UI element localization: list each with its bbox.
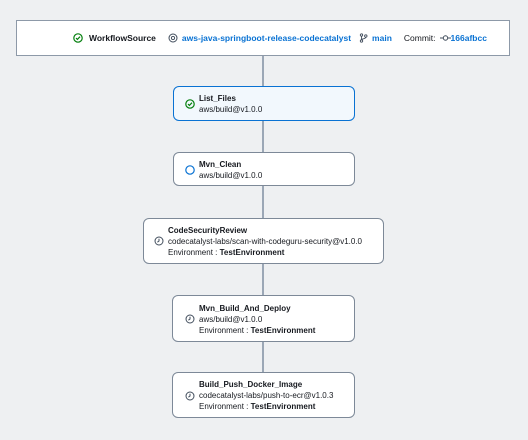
clock-icon [185, 314, 195, 324]
action-node-code-security-review[interactable]: CodeSecurityReview codecatalyst-labs/sca… [143, 218, 384, 264]
commit-link[interactable]: 166afbcc [451, 33, 487, 43]
environment-value: TestEnvironment [250, 326, 316, 335]
environment-separator: : [246, 402, 249, 411]
repository-icon [168, 33, 178, 43]
action-name: List_Files [199, 94, 236, 103]
repository-link[interactable]: aws-java-springboot-release-codecatalyst [182, 33, 351, 43]
action-identifier: aws/build@v1.0.0 [199, 315, 263, 324]
environment-row: Environment : TestEnvironment [168, 247, 362, 258]
environment-separator: : [246, 326, 249, 335]
environment-label: Environment [168, 248, 213, 257]
connector-line [262, 56, 264, 86]
action-identifier: codecatalyst-labs/push-to-ecr@v1.0.3 [199, 391, 334, 400]
action-name: CodeSecurityReview [168, 226, 248, 235]
connector-line [262, 342, 264, 372]
environment-value: TestEnvironment [250, 402, 316, 411]
environment-row: Environment : TestEnvironment [199, 325, 315, 336]
connector-line [262, 264, 264, 295]
clock-icon [185, 391, 195, 401]
environment-value: TestEnvironment [219, 248, 285, 257]
action-node-mvn-build-and-deploy[interactable]: Mvn_Build_And_Deploy aws/build@v1.0.0 En… [172, 295, 355, 342]
branch-link[interactable]: main [372, 33, 392, 43]
action-node-mvn-clean[interactable]: Mvn_Clean aws/build@v1.0.0 [173, 152, 355, 186]
action-identifier: codecatalyst-labs/scan-with-codeguru-sec… [168, 237, 362, 246]
action-identifier: aws/build@v1.0.0 [199, 171, 263, 180]
environment-row: Environment : TestEnvironment [199, 401, 333, 412]
connector-line [262, 186, 264, 218]
action-name: Build_Push_Docker_Image [199, 380, 303, 389]
environment-label: Environment [199, 326, 244, 335]
branch-icon [359, 33, 368, 43]
environment-label: Environment [199, 402, 244, 411]
action-identifier: aws/build@v1.0.0 [199, 105, 263, 114]
environment-separator: : [215, 248, 218, 257]
commit-icon [439, 33, 451, 43]
commit-label: Commit: [403, 33, 436, 43]
workflow-source-title: WorkflowSource [89, 33, 156, 43]
action-name: Mvn_Build_And_Deploy [199, 304, 291, 313]
workflow-source-box[interactable]: WorkflowSource aws-java-springboot-relea… [16, 20, 510, 56]
workflow-canvas: WorkflowSource aws-java-springboot-relea… [0, 0, 528, 440]
action-node-list-files[interactable]: List_Files aws/build@v1.0.0 [173, 86, 355, 121]
action-name: Mvn_Clean [199, 160, 242, 169]
check-circle-icon [73, 33, 83, 43]
empty-circle-icon [185, 165, 195, 175]
clock-icon [154, 236, 164, 246]
check-circle-icon [185, 99, 195, 109]
connector-line [262, 121, 264, 152]
action-node-build-push-docker-image[interactable]: Build_Push_Docker_Image codecatalyst-lab… [172, 372, 355, 418]
